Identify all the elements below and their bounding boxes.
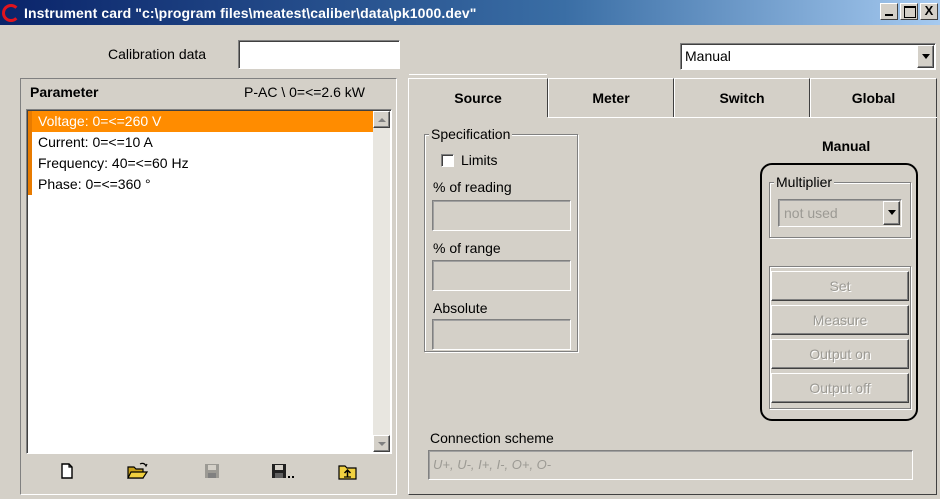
save-icon[interactable] <box>203 462 221 480</box>
list-scrollbar[interactable] <box>373 111 390 452</box>
tab-global-label: Global <box>851 90 896 106</box>
maximize-button[interactable] <box>900 3 918 20</box>
mode-select-value: Manual <box>685 48 731 64</box>
tab-source[interactable]: Source <box>408 78 548 117</box>
open-folder-icon[interactable] <box>127 462 149 480</box>
calibration-data-input[interactable] <box>238 40 400 69</box>
percent-of-reading-label: % of reading <box>433 179 512 195</box>
save-as-icon[interactable] <box>270 462 296 480</box>
scroll-up-button[interactable] <box>373 111 390 128</box>
tab-source-label: Source <box>454 90 502 106</box>
absolute-label: Absolute <box>433 300 488 316</box>
parameter-header-range: P-AC \ 0=<=2.6 kW <box>244 84 365 100</box>
percent-of-range-label: % of range <box>433 240 501 256</box>
new-file-icon[interactable] <box>58 462 76 480</box>
calibration-data-label: Calibration data <box>108 46 207 62</box>
list-item[interactable]: Frequency: 40=<=60 Hz <box>28 153 373 174</box>
percent-of-range-input[interactable] <box>432 260 571 291</box>
multiplier-group: Multiplier not used <box>769 174 911 238</box>
list-item[interactable]: Current: 0=<=10 A <box>28 132 373 153</box>
tab-switch-label: Switch <box>719 90 765 106</box>
list-item[interactable]: Voltage: 0=<=260 V <box>28 111 373 132</box>
tab-page-top-edge <box>548 117 937 118</box>
tab-global[interactable]: Global <box>810 78 937 117</box>
specification-title: Specification <box>429 126 513 142</box>
list-item[interactable]: Phase: 0=<=360 ° <box>28 174 373 195</box>
measure-button[interactable]: Measure <box>771 305 909 335</box>
connection-scheme-label: Connection scheme <box>430 430 554 446</box>
parameter-header-label: Parameter <box>30 84 99 100</box>
app-logo-icon <box>2 3 20 22</box>
absolute-input[interactable] <box>432 319 571 350</box>
tab-switch[interactable]: Switch <box>674 78 810 117</box>
multiplier-select[interactable]: not used <box>778 199 902 227</box>
parameter-list[interactable]: Voltage: 0=<=260 V Current: 0=<=10 A Fre… <box>26 109 392 454</box>
manual-buttons-group: Set Measure Output on Output off <box>769 266 911 409</box>
connection-scheme-field: U+, U-, I+, I-, O+, O- <box>428 450 913 480</box>
window-controls: X <box>880 3 938 20</box>
limits-label: Limits <box>461 152 498 168</box>
manual-title: Manual <box>822 138 871 154</box>
specification-group: Specification Limits % of reading % of r… <box>424 126 578 352</box>
tab-meter-label: Meter <box>592 90 630 106</box>
title-bar: Instrument card "c:\program files\meates… <box>0 0 940 25</box>
export-icon[interactable] <box>338 462 358 480</box>
percent-of-reading-input[interactable] <box>432 200 571 231</box>
limits-checkbox[interactable] <box>441 154 454 167</box>
minimize-button[interactable] <box>880 3 898 20</box>
manual-panel: Multiplier not used Set Measure Output o… <box>760 163 918 421</box>
multiplier-title: Multiplier <box>774 174 835 190</box>
scroll-down-button[interactable] <box>373 435 390 452</box>
mode-select[interactable]: Manual <box>680 43 936 70</box>
set-button[interactable]: Set <box>771 271 909 301</box>
close-button[interactable]: X <box>920 3 938 20</box>
chevron-down-icon[interactable] <box>883 201 900 225</box>
window-title: Instrument card "c:\program files\meates… <box>24 4 477 21</box>
active-tab-top-edge <box>409 74 547 75</box>
connection-scheme-value: U+, U-, I+, I-, O+, O- <box>433 457 552 472</box>
multiplier-value: not used <box>784 205 838 221</box>
output-on-button[interactable]: Output on <box>771 339 909 369</box>
chevron-down-icon[interactable] <box>917 45 934 68</box>
tab-meter[interactable]: Meter <box>548 78 674 117</box>
output-off-button[interactable]: Output off <box>771 373 909 403</box>
